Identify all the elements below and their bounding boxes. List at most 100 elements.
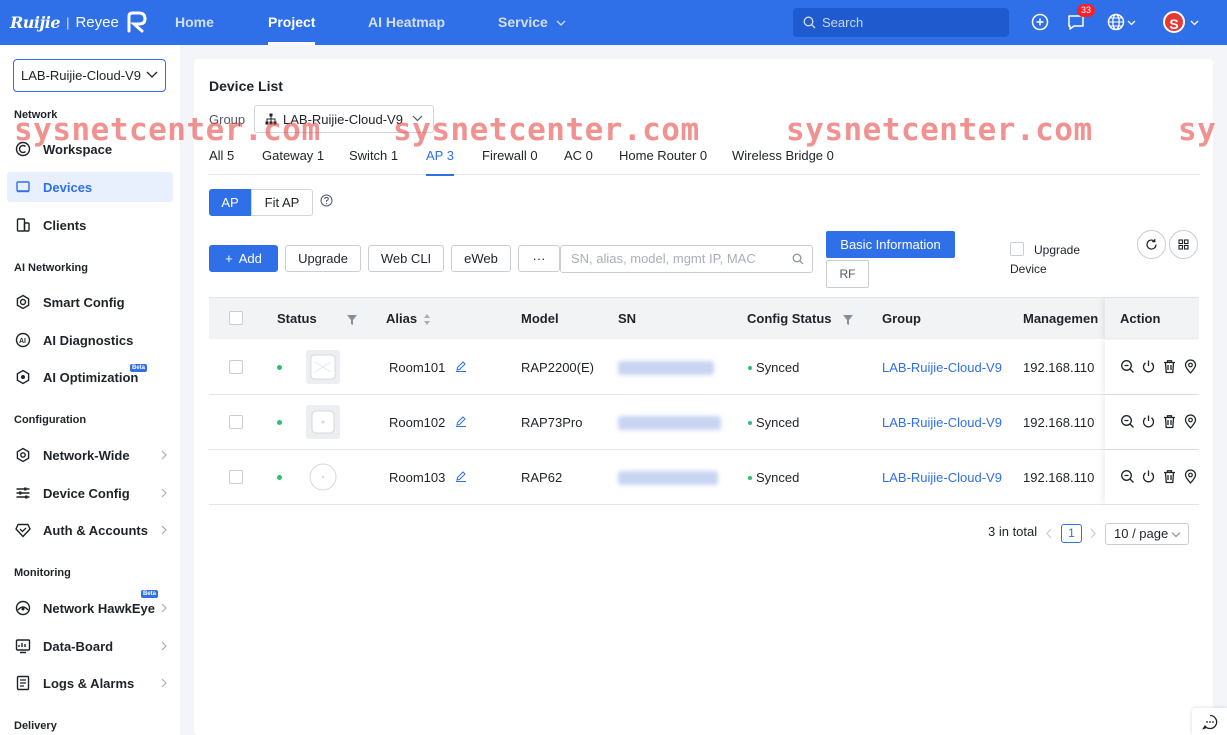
model-cell: RAP2200(E) (521, 360, 594, 375)
location-icon[interactable] (1183, 414, 1198, 429)
table-row[interactable]: Room103 RAP62 Synced LAB-Ruijie-Cloud-V9… (209, 450, 1199, 505)
col-alias: Alias (386, 311, 418, 326)
group-link[interactable]: LAB-Ruijie-Cloud-V9 (882, 395, 1002, 450)
col-config-status: Config Status (747, 311, 832, 326)
section-delivery: Delivery (14, 720, 57, 732)
sidebar-item-workspace[interactable]: Workspace (7, 134, 173, 164)
tab-ap[interactable]: AP 3 (426, 147, 454, 176)
add-button[interactable]: + Add (209, 245, 278, 272)
segment-fit-ap[interactable]: Fit AP (251, 189, 313, 216)
sidebar-item-network-hawkeye[interactable]: Network HawkEye Beta (7, 590, 173, 623)
sidebar-item-auth-accounts[interactable]: Auth & Accounts (7, 515, 173, 545)
chevron-right-icon (161, 450, 167, 460)
basic-information-button[interactable]: Basic Information (826, 231, 955, 258)
nav-service[interactable]: Service (498, 0, 566, 45)
support-chat-button[interactable] (1192, 708, 1227, 735)
edit-icon[interactable] (455, 360, 467, 372)
tab-gateway[interactable]: Gateway 1 (262, 147, 324, 175)
sidebar-item-device-config[interactable]: Device Config (7, 478, 173, 508)
sidebar-item-smart-config[interactable]: Smart Config (7, 287, 173, 317)
scrollbar[interactable] (1216, 45, 1227, 735)
row-checkbox[interactable] (229, 415, 243, 429)
table-row[interactable]: Room101 RAP2200(E) Synced LAB-Ruijie-Clo… (209, 340, 1199, 395)
upgrade-button[interactable]: Upgrade (285, 245, 361, 272)
plus-icon: + (225, 251, 233, 266)
power-icon[interactable] (1141, 469, 1156, 484)
row-actions (1105, 450, 1199, 504)
edit-icon[interactable] (455, 415, 467, 427)
sidebar-item-data-board[interactable]: Data-Board (7, 631, 173, 661)
delete-icon[interactable] (1162, 414, 1177, 429)
page-size-select[interactable]: 10 / page (1105, 523, 1189, 545)
sliders-icon (16, 487, 30, 499)
select-all-checkbox[interactable] (229, 311, 243, 325)
alias-cell: Room101 (389, 360, 446, 375)
sort-icon[interactable] (423, 313, 431, 326)
refresh-button[interactable] (1137, 230, 1166, 259)
device-list-panel: Device List Group LAB-Ruijie-Cloud-V9 Al… (194, 59, 1213, 735)
nav-project[interactable]: Project (268, 0, 316, 45)
tab-all[interactable]: All 5 (209, 147, 234, 175)
sidebar-item-label: AI Optimization (43, 369, 139, 385)
sn-cell-redacted[interactable] (618, 361, 714, 375)
sidebar-item-network-wide[interactable]: Network-Wide (7, 440, 173, 470)
nav-ai-heatmap[interactable]: AI Heatmap (368, 0, 445, 45)
filter-icon[interactable] (347, 315, 357, 325)
chevron-down-icon (146, 71, 158, 78)
sidebar-item-logs-alarms[interactable]: Logs & Alarms (7, 668, 173, 698)
tab-firewall[interactable]: Firewall 0 (482, 147, 538, 175)
avatar[interactable]: S (1163, 11, 1185, 33)
sidebar-item-ai-diagnostics[interactable]: AI AI Diagnostics (7, 325, 173, 355)
logo-reyee: Reyee (75, 13, 119, 31)
sidebar-item-clients[interactable]: Clients (7, 210, 173, 240)
group-link[interactable]: LAB-Ruijie-Cloud-V9 (882, 450, 1002, 505)
eweb-button[interactable]: eWeb (451, 245, 511, 272)
logo[interactable]: Ruijie | Reyee (10, 8, 149, 36)
filter-icon[interactable] (843, 315, 853, 325)
model-cell: RAP73Pro (521, 415, 583, 430)
sidebar-item-ai-optimization[interactable]: AI Optimization Beta (7, 362, 173, 392)
chevron-right-icon[interactable] (1089, 528, 1097, 539)
segment-ap[interactable]: AP (209, 189, 251, 216)
sn-cell-redacted[interactable] (618, 471, 718, 485)
delete-icon[interactable] (1162, 359, 1177, 374)
row-checkbox[interactable] (229, 360, 243, 374)
power-icon[interactable] (1141, 414, 1156, 429)
grid-settings-button[interactable] (1169, 230, 1198, 259)
message-count-badge: 33 (1077, 4, 1095, 17)
row-checkbox[interactable] (229, 470, 243, 484)
table-row[interactable]: Room102 RAP73Pro Synced LAB-Ruijie-Cloud… (209, 395, 1199, 450)
global-search-input[interactable]: Search (793, 8, 1009, 37)
chevron-right-icon (161, 488, 167, 498)
globe-icon[interactable] (1105, 11, 1127, 33)
sn-cell-redacted[interactable] (618, 416, 721, 430)
zoom-icon[interactable] (1120, 469, 1135, 484)
help-icon[interactable] (320, 194, 333, 207)
chevron-left-icon[interactable] (1045, 528, 1053, 539)
device-search-input[interactable]: SN, alias, model, mgmt IP, MAC (560, 245, 813, 273)
sidebar-item-devices[interactable]: Devices (7, 172, 173, 202)
group-picker[interactable]: LAB-Ruijie-Cloud-V9 (254, 105, 434, 133)
tab-wireless-bridge[interactable]: Wireless Bridge 0 (732, 147, 834, 175)
web-cli-button[interactable]: Web CLI (368, 245, 444, 272)
group-link[interactable]: LAB-Ruijie-Cloud-V9 (882, 340, 1002, 395)
power-icon[interactable] (1141, 359, 1156, 374)
edit-icon[interactable] (455, 470, 467, 482)
zoom-icon[interactable] (1120, 359, 1135, 374)
upgrade-device-label: Upgrade Device (1010, 243, 1081, 276)
tab-home-router[interactable]: Home Router 0 (619, 147, 707, 175)
nav-home[interactable]: Home (175, 0, 214, 45)
section-ai-networking: AI Networking (14, 262, 88, 274)
zoom-icon[interactable] (1120, 414, 1135, 429)
add-circle-icon[interactable] (1029, 11, 1051, 33)
more-button[interactable]: ··· (518, 245, 560, 272)
location-icon[interactable] (1183, 359, 1198, 374)
tab-switch[interactable]: Switch 1 (349, 147, 398, 175)
location-icon[interactable] (1183, 469, 1198, 484)
sidebar-group-select[interactable]: LAB-Ruijie-Cloud-V9 (13, 59, 166, 92)
delete-icon[interactable] (1162, 469, 1177, 484)
rf-button[interactable]: RF (826, 260, 869, 288)
tab-ac[interactable]: AC 0 (564, 147, 593, 175)
page-1-button[interactable]: 1 (1061, 524, 1082, 543)
sidebar-group-value: LAB-Ruijie-Cloud-V9 (21, 68, 141, 83)
